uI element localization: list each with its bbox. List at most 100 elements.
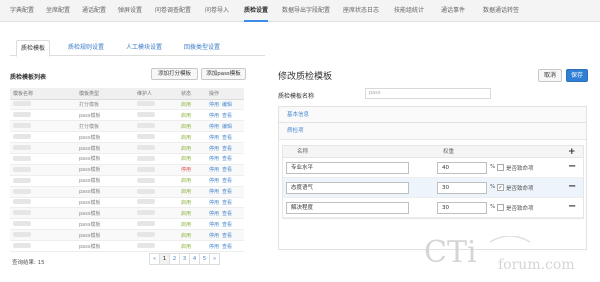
cell-actions: 停用 查看 (206, 218, 244, 231)
redacted-name (13, 166, 31, 172)
add-item-icon[interactable]: + (568, 146, 576, 158)
qc-item-name-input[interactable]: 态度语气 (286, 182, 409, 194)
view-edit-link[interactable]: 编辑 (222, 102, 232, 108)
fatal-item-checkbox[interactable] (497, 164, 504, 171)
toggle-status-link[interactable]: 停用 (209, 233, 219, 239)
redacted-maintainer (137, 166, 155, 172)
toggle-status-link[interactable]: 停用 (209, 135, 219, 141)
table-row[interactable]: pass模板 启用 停用 查看 (10, 153, 244, 165)
toggle-status-link[interactable]: 停用 (209, 156, 219, 162)
cancel-button[interactable]: 取消 (538, 69, 562, 82)
redacted-name (13, 188, 31, 194)
tab-manual-module[interactable]: 人工模块设置 (122, 40, 166, 56)
view-edit-link[interactable]: 查看 (222, 113, 232, 119)
cell-template-type: pass模板 (76, 207, 134, 220)
toggle-status-link[interactable]: 停用 (209, 124, 219, 130)
nav-item-dictionary[interactable]: 字典配置 (10, 0, 34, 22)
nav-item-agent[interactable]: 坐席配置 (46, 0, 70, 22)
nav-item-survey-import[interactable]: 问卷导入 (205, 0, 229, 22)
nav-item-export-fields[interactable]: 数据导出字段配置 (282, 0, 330, 22)
view-edit-link[interactable]: 查看 (222, 200, 232, 206)
view-edit-link[interactable]: 查看 (222, 178, 232, 184)
redacted-name (13, 232, 31, 238)
basic-info-title[interactable]: 基本信息 (287, 107, 309, 123)
table-row[interactable]: pass模板 启用 停用 查看 (10, 197, 244, 209)
qc-item-weight-input[interactable]: 30 (437, 182, 487, 194)
nav-item-call-events[interactable]: 通话事件 (441, 0, 465, 22)
view-edit-link[interactable]: 查看 (222, 156, 232, 162)
nav-item-call[interactable]: 通话配置 (82, 0, 106, 22)
table-row[interactable]: pass模板 启用 停用 查看 (10, 131, 244, 144)
save-button[interactable]: 保存 (566, 69, 588, 82)
fatal-item-checkbox[interactable] (497, 204, 504, 211)
table-row[interactable]: pass模板 启用 停用 查看 (10, 142, 244, 154)
toggle-status-link[interactable]: 停用 (209, 222, 219, 228)
add-pass-template-button[interactable]: 添加pass模板 (201, 68, 246, 80)
page-next-button[interactable]: » (209, 253, 220, 265)
toggle-status-link[interactable]: 停用 (209, 244, 219, 250)
toggle-status-link[interactable]: 停用 (209, 178, 219, 184)
qc-item-name-input[interactable]: 解决程度 (286, 202, 409, 214)
table-row[interactable]: pass模板 启用 停用 查看 (10, 218, 244, 231)
cell-template-type: pass模板 (76, 229, 134, 242)
cell-actions: 停用 查看 (206, 142, 244, 154)
view-edit-link[interactable]: 查看 (222, 222, 232, 228)
table-row[interactable]: 打分模板 启用 停用 编辑 (10, 120, 244, 133)
status-badge: 启用 (181, 101, 192, 108)
table-row[interactable]: pass模板 停用 停用 查看 (10, 164, 244, 176)
view-edit-link[interactable]: 查看 (222, 233, 232, 239)
table-row[interactable]: pass模板 启用 停用 查看 (10, 109, 244, 122)
cell-template-name (10, 197, 76, 209)
remove-item-icon[interactable]: − (568, 181, 576, 192)
nav-item-call-sign[interactable]: 数据通话转签 (483, 0, 519, 22)
tab-callback-type[interactable]: 回拨类型设置 (180, 40, 224, 56)
qc-item-name-input[interactable]: 专业水平 (286, 162, 409, 174)
qc-items-header[interactable]: 质检项 (279, 123, 586, 140)
table-row[interactable]: pass模板 启用 停用 查看 (10, 240, 244, 252)
toggle-status-link[interactable]: 停用 (209, 102, 219, 108)
remove-item-icon[interactable]: − (568, 201, 576, 212)
view-edit-link[interactable]: 编辑 (222, 124, 232, 130)
cell-template-type: pass模板 (76, 131, 134, 144)
qc-item-weight-input[interactable]: 40 (437, 162, 487, 174)
view-edit-link[interactable]: 查看 (222, 244, 232, 250)
toggle-status-link[interactable]: 停用 (209, 167, 219, 173)
add-score-template-button[interactable]: 添加打分模板 (151, 68, 198, 80)
toggle-status-link[interactable]: 停用 (209, 146, 219, 152)
table-row[interactable]: pass模板 启用 停用 查看 (10, 207, 244, 220)
view-edit-link[interactable]: 查看 (222, 189, 232, 195)
cell-maintainer (134, 99, 178, 111)
view-edit-link[interactable]: 查看 (222, 211, 232, 217)
nav-item-agent-log[interactable]: 座席状态日志 (343, 0, 379, 22)
redacted-maintainer (137, 199, 155, 205)
qc-item-weight-input[interactable]: 30 (437, 202, 487, 214)
tab-qc-template[interactable]: 质检模板 (16, 40, 51, 57)
nav-item-skill-stats[interactable]: 技能组统计 (394, 0, 424, 22)
view-edit-link[interactable]: 查看 (222, 146, 232, 152)
table-row[interactable]: pass模板 启用 停用 查看 (10, 175, 244, 187)
status-badge: 启用 (181, 134, 192, 141)
basic-info-panel[interactable]: 基本信息 (278, 106, 587, 123)
remove-item-icon[interactable]: − (568, 161, 576, 172)
toggle-status-link[interactable]: 停用 (209, 200, 219, 206)
cell-template-name (10, 142, 76, 154)
nav-item-popup[interactable]: 弹屏设置 (118, 0, 142, 22)
table-row[interactable]: pass模板 启用 停用 查看 (10, 186, 244, 198)
form-title: 修改质检模板 (278, 72, 333, 82)
tab-qc-rules[interactable]: 质检规则设置 (64, 40, 108, 56)
cell-template-name (10, 109, 76, 122)
fatal-item-checkbox[interactable]: ✓ (497, 184, 504, 191)
table-row[interactable]: pass模板 启用 停用 查看 (10, 229, 244, 242)
table-row[interactable]: 打分模板 启用 停用 编辑 (10, 99, 244, 111)
template-name-input[interactable]: pass (365, 88, 491, 99)
toggle-status-link[interactable]: 停用 (209, 113, 219, 119)
cell-template-type: 打分模板 (76, 120, 134, 133)
nav-item-survey-config[interactable]: 问卷调查配置 (155, 0, 191, 22)
nav-item-qc-settings[interactable]: 质检设置 (244, 0, 269, 22)
toggle-status-link[interactable]: 停用 (209, 211, 219, 217)
qc-items-title[interactable]: 质检项 (287, 123, 304, 139)
redacted-maintainer (137, 134, 155, 140)
view-edit-link[interactable]: 查看 (222, 167, 232, 173)
toggle-status-link[interactable]: 停用 (209, 189, 219, 195)
view-edit-link[interactable]: 查看 (222, 135, 232, 141)
